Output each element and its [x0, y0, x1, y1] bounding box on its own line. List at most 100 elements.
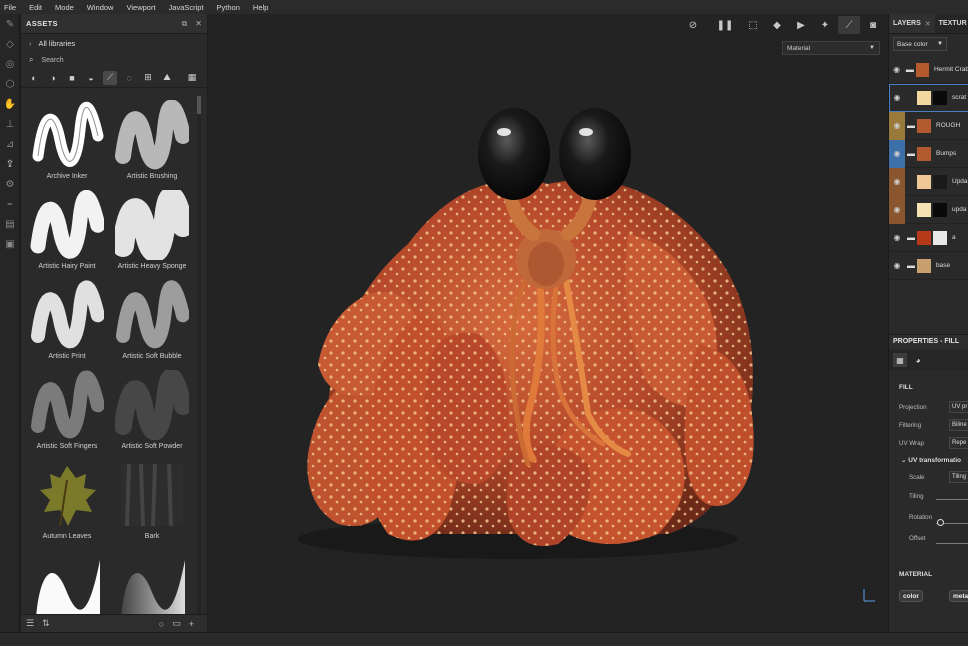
- visibility-eye-icon[interactable]: ◉: [889, 84, 905, 112]
- export-tool-icon[interactable]: ⇪: [0, 154, 20, 174]
- library-label: All libraries: [38, 38, 76, 48]
- asset-tile[interactable]: [27, 546, 107, 614]
- measure-tool-icon[interactable]: ⌁: [0, 194, 20, 214]
- projection-tool-icon[interactable]: ◎: [0, 54, 20, 74]
- scale-select[interactable]: Tiling: [949, 471, 968, 483]
- asset-tile[interactable]: Artistic Soft Powder: [112, 366, 192, 456]
- asset-tile[interactable]: Artistic Hairy Paint: [27, 186, 107, 276]
- layer-row[interactable]: ◉ ▬ base: [889, 252, 968, 280]
- channel-select[interactable]: Base color ▼: [893, 37, 947, 51]
- visibility-eye-icon[interactable]: ◉: [889, 167, 905, 196]
- fill-properties-icon[interactable]: ▦: [893, 353, 907, 367]
- color-picker-tool-icon[interactable]: ⊿: [0, 134, 20, 154]
- layer-row[interactable]: ◉ ▬ a: [889, 224, 968, 252]
- visibility-eye-icon[interactable]: ◉: [889, 111, 905, 140]
- environments-filter-icon[interactable]: ⛰: [160, 71, 174, 85]
- menu-item-python[interactable]: Python: [217, 3, 240, 12]
- asset-tile[interactable]: Autumn Leaves: [27, 456, 107, 546]
- close-icon[interactable]: ✕: [195, 19, 202, 28]
- polygon-fill-tool-icon[interactable]: ⬡: [0, 74, 20, 94]
- brushes-filter-icon[interactable]: ⟋: [103, 70, 117, 85]
- materials-filter-icon[interactable]: ◐: [27, 71, 41, 85]
- visibility-eye-icon[interactable]: ◉: [889, 195, 905, 224]
- visibility-eye-icon[interactable]: ◉: [889, 252, 905, 280]
- tiling-slider[interactable]: [936, 499, 968, 500]
- offset-slider[interactable]: [936, 543, 968, 544]
- asset-label: Artistic Brushing: [126, 173, 178, 180]
- search-input[interactable]: Search: [41, 57, 63, 64]
- asset-tile[interactable]: Artistic Brushing: [112, 96, 192, 186]
- clone-tool-icon[interactable]: ⊥: [0, 114, 20, 134]
- bake-tool-icon[interactable]: ⚙: [0, 174, 20, 194]
- menu-item-javascript[interactable]: JavaScript: [169, 3, 204, 12]
- layer-row[interactable]: ◉ scrat: [889, 84, 968, 112]
- projection-select[interactable]: UV pr: [949, 401, 968, 413]
- smart-materials-filter-icon[interactable]: ◑: [46, 71, 60, 85]
- menu-item-file[interactable]: File: [4, 3, 16, 12]
- layer-row[interactable]: ◉ ▬ Bumps: [889, 139, 968, 168]
- layer-row[interactable]: ◉ ▬ Hermit Crab: [889, 56, 968, 84]
- color-channel-chip[interactable]: color: [899, 590, 923, 602]
- particles-filter-icon[interactable]: ◌: [122, 71, 136, 85]
- tool-strip: ✎ ◇ ◎ ⬡ ✋ ⊥ ⊿ ⇪ ⚙ ⌁ ▤ ▣: [0, 14, 20, 632]
- rotation-slider-knob[interactable]: [937, 519, 944, 526]
- uv-transformation-title[interactable]: ⌄ UV transformatio: [901, 456, 961, 464]
- add-icon[interactable]: +: [189, 619, 194, 629]
- tab-layers[interactable]: LAYERS ✕: [889, 14, 935, 33]
- uv-wrap-select[interactable]: Repe: [949, 437, 968, 449]
- asset-label: Artistic Soft Bubble: [122, 353, 182, 360]
- circle-icon[interactable]: ○: [159, 619, 164, 629]
- sort-icon[interactable]: ⇅: [42, 618, 50, 629]
- document-icon[interactable]: ▤: [0, 214, 20, 234]
- channel-value: Base color: [897, 40, 928, 48]
- asset-tile[interactable]: Artistic Soft Fingers: [27, 366, 107, 456]
- filter-list-icon[interactable]: ☰: [26, 618, 34, 629]
- asset-tile[interactable]: [112, 546, 192, 614]
- layer-row[interactable]: ◉ upda: [889, 195, 968, 224]
- layer-thumbnail: [917, 258, 931, 273]
- material-sphere-icon[interactable]: ◕: [911, 353, 925, 367]
- layer-thumbnail: [915, 62, 929, 77]
- hermit-crab-model: [298, 108, 754, 559]
- asset-scrollbar[interactable]: [197, 96, 201, 614]
- paint-brush-tool-icon[interactable]: ✎: [0, 14, 20, 34]
- asset-tile[interactable]: Artistic Soft Bubble: [112, 276, 192, 366]
- menu-item-help[interactable]: Help: [253, 3, 268, 12]
- visibility-eye-icon[interactable]: ◉: [889, 56, 904, 84]
- grid-view-icon[interactable]: ▦: [185, 71, 199, 85]
- visibility-eye-icon[interactable]: ◉: [889, 139, 905, 168]
- folder-icon[interactable]: ▬: [904, 65, 915, 74]
- menu-item-window[interactable]: Window: [87, 3, 114, 12]
- folder-icon[interactable]: ▬: [905, 121, 917, 130]
- layer-row[interactable]: ◉ Upda: [889, 167, 968, 196]
- smudge-tool-icon[interactable]: ✋: [0, 94, 20, 114]
- metal-channel-chip[interactable]: meta: [949, 590, 968, 602]
- cube-icon[interactable]: ▣: [0, 234, 20, 254]
- popout-icon[interactable]: ⧉: [182, 19, 188, 29]
- scrollbar-thumb[interactable]: [197, 96, 201, 114]
- asset-tile[interactable]: Artistic Heavy Sponge: [112, 186, 192, 276]
- menu-item-mode[interactable]: Mode: [55, 3, 74, 12]
- asset-tile[interactable]: Bark: [112, 456, 192, 546]
- folder-icon[interactable]: ▭: [172, 618, 181, 629]
- asset-tile[interactable]: Artistic Print: [27, 276, 107, 366]
- menu-item-edit[interactable]: Edit: [29, 3, 42, 12]
- library-selector[interactable]: › All libraries: [21, 34, 207, 52]
- asset-tile[interactable]: Archive Inker: [27, 96, 107, 186]
- close-icon[interactable]: ✕: [925, 20, 931, 28]
- filtering-select[interactable]: Biline: [949, 419, 968, 431]
- search-row[interactable]: ⌕ Search: [21, 52, 207, 68]
- layer-row[interactable]: ◉ ▬ ROUGH: [889, 111, 968, 140]
- folder-icon[interactable]: ▬: [905, 149, 917, 158]
- folder-icon[interactable]: ▬: [905, 261, 917, 270]
- folder-icon[interactable]: ▬: [905, 233, 917, 242]
- tab-texture-set[interactable]: TEXTUR: [935, 14, 968, 33]
- visibility-eye-icon[interactable]: ◉: [889, 224, 905, 252]
- masks-filter-icon[interactable]: ◒: [84, 71, 98, 85]
- eraser-tool-icon[interactable]: ◇: [0, 34, 20, 54]
- 3d-viewport[interactable]: ⊘ ❚❚ ⬚ ◆ ▶ ✦ ⟋ ◙ Material ▼: [208, 14, 888, 632]
- menu-item-viewport[interactable]: Viewport: [126, 3, 155, 12]
- textures-filter-icon[interactable]: ■: [65, 71, 79, 85]
- layer-name: scrat: [952, 94, 967, 101]
- alphas-filter-icon[interactable]: ⊞: [141, 71, 155, 85]
